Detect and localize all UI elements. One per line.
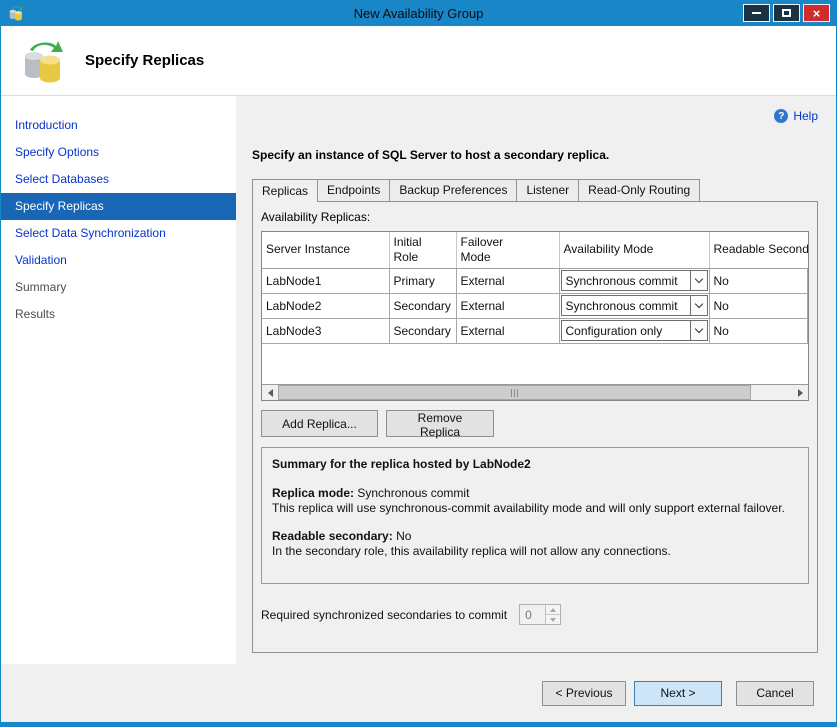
wizard-header: Specify Replicas bbox=[1, 26, 836, 96]
sidebar-item-summary: Summary bbox=[1, 274, 236, 301]
spinner-down-icon bbox=[546, 615, 560, 624]
tab-listener[interactable]: Listener bbox=[516, 179, 579, 201]
col-readable-secondary[interactable]: Readable Secondar bbox=[709, 232, 808, 268]
instruction-text: Specify an instance of SQL Server to hos… bbox=[252, 148, 818, 162]
readable-secondary-value: No bbox=[396, 529, 411, 543]
availability-mode-dropdown[interactable]: Synchronous commit bbox=[561, 295, 708, 316]
sidebar-item-specify-options[interactable]: Specify Options bbox=[1, 139, 236, 166]
page-title: Specify Replicas bbox=[85, 52, 204, 69]
cell-failover-mode: External bbox=[456, 293, 559, 318]
spinner-up-icon bbox=[546, 605, 560, 615]
cell-server-instance: LabNode2 bbox=[262, 293, 389, 318]
chevron-down-icon bbox=[690, 296, 707, 315]
availability-mode-dropdown[interactable]: Configuration only bbox=[561, 320, 708, 341]
scrollbar-thumb[interactable] bbox=[278, 385, 751, 400]
cell-server-instance: LabNode3 bbox=[262, 318, 389, 343]
cell-server-instance: LabNode1 bbox=[262, 268, 389, 293]
footer-bar: < Previous Next > Cancel bbox=[1, 664, 836, 722]
wizard-steps-sidebar: Introduction Specify Options Select Data… bbox=[1, 96, 236, 664]
readable-secondary-line: Readable secondary: No bbox=[272, 529, 798, 543]
scroll-left-arrow[interactable] bbox=[262, 385, 278, 400]
cell-failover-mode: External bbox=[456, 268, 559, 293]
titlebar[interactable]: New Availability Group × bbox=[1, 0, 836, 26]
table-row-labnode3[interactable]: LabNode3 Secondary External Configuratio… bbox=[262, 318, 808, 343]
spinner-value: 0 bbox=[520, 605, 545, 624]
table-row-labnode2[interactable]: LabNode2 Secondary External Synchronous … bbox=[262, 293, 808, 318]
availability-replicas-table: Server Instance Initial Role Failover Mo… bbox=[262, 232, 808, 344]
sidebar-item-introduction[interactable]: Introduction bbox=[1, 112, 236, 139]
replicas-tab-panel: Availability Replicas: Server Instance I… bbox=[252, 201, 818, 653]
required-secondaries-label: Required synchronized secondaries to com… bbox=[261, 608, 507, 622]
window-controls: × bbox=[743, 4, 830, 22]
add-replica-button[interactable]: Add Replica... bbox=[261, 410, 378, 437]
availability-mode-dropdown[interactable]: Synchronous commit bbox=[561, 270, 708, 291]
sidebar-item-validation[interactable]: Validation bbox=[1, 247, 236, 274]
readable-secondary-description: In the secondary role, this availability… bbox=[272, 544, 798, 558]
spinner-buttons bbox=[545, 605, 560, 624]
next-button[interactable]: Next > bbox=[634, 681, 722, 706]
replica-mode-description: This replica will use synchronous-commit… bbox=[272, 501, 798, 515]
help-icon: ? bbox=[774, 109, 788, 123]
cell-readable-secondary: No bbox=[709, 268, 808, 293]
replica-summary-panel: Summary for the replica hosted by LabNod… bbox=[261, 447, 809, 584]
readable-secondary-label: Readable secondary: bbox=[272, 529, 393, 543]
availability-mode-value: Configuration only bbox=[562, 324, 690, 338]
new-availability-group-window: New Availability Group × Specify Replica… bbox=[0, 0, 837, 727]
availability-group-icon bbox=[19, 37, 67, 85]
chevron-down-icon bbox=[690, 271, 707, 290]
cell-readable-secondary: No bbox=[709, 293, 808, 318]
availability-mode-value: Synchronous commit bbox=[562, 274, 690, 288]
cell-failover-mode: External bbox=[456, 318, 559, 343]
cell-initial-role: Secondary bbox=[389, 318, 456, 343]
horizontal-scrollbar[interactable] bbox=[262, 384, 808, 400]
col-initial-role[interactable]: Initial Role bbox=[389, 232, 456, 268]
replica-mode-line: Replica mode: Synchronous commit bbox=[272, 486, 798, 500]
minimize-button[interactable] bbox=[743, 4, 770, 22]
cell-readable-secondary: No bbox=[709, 318, 808, 343]
col-availability-mode[interactable]: Availability Mode bbox=[559, 232, 709, 268]
summary-title: Summary for the replica hosted by LabNod… bbox=[272, 457, 798, 471]
grid-empty-area bbox=[262, 344, 808, 385]
cancel-button[interactable]: Cancel bbox=[736, 681, 814, 706]
tab-endpoints[interactable]: Endpoints bbox=[317, 179, 390, 201]
col-server-instance[interactable]: Server Instance bbox=[262, 232, 389, 268]
table-row-labnode1[interactable]: LabNode1 Primary External Synchronous co… bbox=[262, 268, 808, 293]
header-row: Server Instance Initial Role Failover Mo… bbox=[262, 232, 808, 268]
maximize-icon bbox=[782, 9, 791, 17]
availability-replicas-label: Availability Replicas: bbox=[261, 210, 809, 225]
tab-replicas[interactable]: Replicas bbox=[252, 179, 318, 202]
close-button[interactable]: × bbox=[803, 4, 830, 22]
chevron-down-icon bbox=[690, 321, 707, 340]
main-content: ? Help Specify an instance of SQL Server… bbox=[236, 96, 836, 664]
window-title: New Availability Group bbox=[1, 6, 836, 21]
close-icon: × bbox=[813, 7, 821, 20]
scrollbar-grip-icon bbox=[514, 389, 515, 397]
tab-read-only-routing[interactable]: Read-Only Routing bbox=[578, 179, 700, 201]
cell-initial-role: Primary bbox=[389, 268, 456, 293]
scrollbar-track[interactable] bbox=[278, 385, 792, 400]
sidebar-item-select-data-synchronization[interactable]: Select Data Synchronization bbox=[1, 220, 236, 247]
remove-replica-button[interactable]: Remove Replica bbox=[386, 410, 494, 437]
replica-mode-value: Synchronous commit bbox=[357, 486, 469, 500]
previous-button[interactable]: < Previous bbox=[542, 681, 626, 706]
help-link[interactable]: Help bbox=[793, 109, 818, 123]
cell-initial-role: Secondary bbox=[389, 293, 456, 318]
col-failover-mode[interactable]: Failover Mode bbox=[456, 232, 559, 268]
tab-strip: Replicas Endpoints Backup Preferences Li… bbox=[252, 178, 818, 201]
sidebar-item-specify-replicas[interactable]: Specify Replicas bbox=[1, 193, 236, 220]
availability-mode-value: Synchronous commit bbox=[562, 299, 690, 313]
minimize-icon bbox=[752, 12, 761, 14]
maximize-button[interactable] bbox=[773, 4, 800, 22]
sidebar-item-select-databases[interactable]: Select Databases bbox=[1, 166, 236, 193]
tab-backup-preferences[interactable]: Backup Preferences bbox=[389, 179, 517, 201]
scroll-right-arrow[interactable] bbox=[792, 385, 808, 400]
required-secondaries-row: Required synchronized secondaries to com… bbox=[261, 604, 809, 625]
availability-replicas-grid: Server Instance Initial Role Failover Mo… bbox=[261, 231, 809, 401]
replica-mode-label: Replica mode: bbox=[272, 486, 354, 500]
required-secondaries-spinner: 0 bbox=[519, 604, 561, 625]
sidebar-item-results: Results bbox=[1, 301, 236, 328]
